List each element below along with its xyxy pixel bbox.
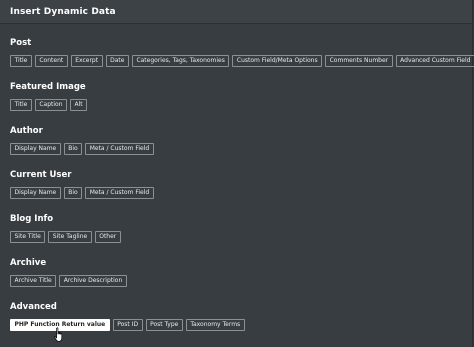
chip-featured-image-title[interactable]: Title bbox=[10, 99, 32, 111]
chip-post-excerpt[interactable]: Excerpt bbox=[70, 55, 103, 67]
chip-author-meta-custom-field[interactable]: Meta / Custom Field bbox=[85, 143, 154, 155]
section-title-current-user: Current User bbox=[10, 170, 72, 180]
chip-group-author: Display Name Bio Meta / Custom Field bbox=[10, 143, 466, 155]
chip-post-content[interactable]: Content bbox=[34, 55, 68, 67]
chip-author-bio[interactable]: Bio bbox=[63, 143, 83, 155]
section-featured-image: Featured Image Title Caption Alt bbox=[10, 81, 466, 111]
section-title-author: Author bbox=[10, 126, 43, 136]
chip-featured-image-alt[interactable]: Alt bbox=[70, 99, 88, 111]
chip-archive-description[interactable]: Archive Description bbox=[59, 275, 127, 287]
section-current-user: Current User Display Name Bio Meta / Cus… bbox=[10, 169, 466, 199]
chip-current-user-bio[interactable]: Bio bbox=[63, 187, 83, 199]
chip-group-archive: Archive Title Archive Description bbox=[10, 275, 466, 287]
section-title-archive: Archive bbox=[10, 258, 47, 268]
chip-archive-title[interactable]: Archive Title bbox=[10, 275, 57, 287]
panel-title: Insert Dynamic Data bbox=[10, 6, 116, 17]
section-title-post: Post bbox=[10, 38, 32, 48]
chip-group-blog-info: Site Title Site Tagline Other bbox=[10, 231, 466, 243]
chip-current-user-meta-custom-field[interactable]: Meta / Custom Field bbox=[85, 187, 154, 199]
chip-post-advanced-custom-field[interactable]: Advanced Custom Field bbox=[395, 55, 474, 67]
chip-advanced-taxonomy-terms[interactable]: Taxonomy Terms bbox=[185, 319, 245, 331]
section-author: Author Display Name Bio Meta / Custom Fi… bbox=[10, 125, 466, 155]
panel-body: Post Title Content Excerpt Date Categori… bbox=[0, 25, 474, 347]
chip-group-advanced: PHP Function Return value Post ID Post T… bbox=[10, 319, 466, 331]
panel-header: Insert Dynamic Data bbox=[0, 0, 472, 24]
section-title-advanced: Advanced bbox=[10, 302, 57, 312]
section-title-blog-info: Blog Info bbox=[10, 214, 54, 224]
chip-advanced-post-id[interactable]: Post ID bbox=[112, 319, 143, 331]
chip-group-post: Title Content Excerpt Date Categories, T… bbox=[10, 55, 474, 67]
section-blog-info: Blog Info Site Title Site Tagline Other bbox=[10, 213, 466, 243]
chip-group-featured-image: Title Caption Alt bbox=[10, 99, 466, 111]
chip-blog-info-other[interactable]: Other bbox=[94, 231, 121, 243]
chip-current-user-display-name[interactable]: Display Name bbox=[10, 187, 61, 199]
chip-post-categories-tags-taxonomies[interactable]: Categories, Tags, Taxonomies bbox=[131, 55, 230, 67]
chip-blog-info-site-title[interactable]: Site Title bbox=[10, 231, 46, 243]
section-advanced: Advanced PHP Function Return value Post … bbox=[10, 301, 466, 331]
chip-group-current-user: Display Name Bio Meta / Custom Field bbox=[10, 187, 466, 199]
chip-post-custom-field-meta-options[interactable]: Custom Field/Meta Options bbox=[232, 55, 323, 67]
chip-author-display-name[interactable]: Display Name bbox=[10, 143, 61, 155]
chip-post-comments-number[interactable]: Comments Number bbox=[325, 55, 393, 67]
section-title-featured-image: Featured Image bbox=[10, 82, 86, 92]
insert-dynamic-data-panel: Insert Dynamic Data Post Title Content E… bbox=[0, 0, 474, 347]
chip-advanced-post-type[interactable]: Post Type bbox=[145, 319, 183, 331]
chip-blog-info-site-tagline[interactable]: Site Tagline bbox=[48, 231, 92, 243]
chip-post-title[interactable]: Title bbox=[10, 55, 32, 67]
section-post: Post Title Content Excerpt Date Categori… bbox=[10, 37, 474, 67]
chip-post-date[interactable]: Date bbox=[105, 55, 129, 67]
chip-featured-image-caption[interactable]: Caption bbox=[34, 99, 68, 111]
section-archive: Archive Archive Title Archive Descriptio… bbox=[10, 257, 466, 287]
hand-pointer-icon bbox=[53, 327, 63, 342]
